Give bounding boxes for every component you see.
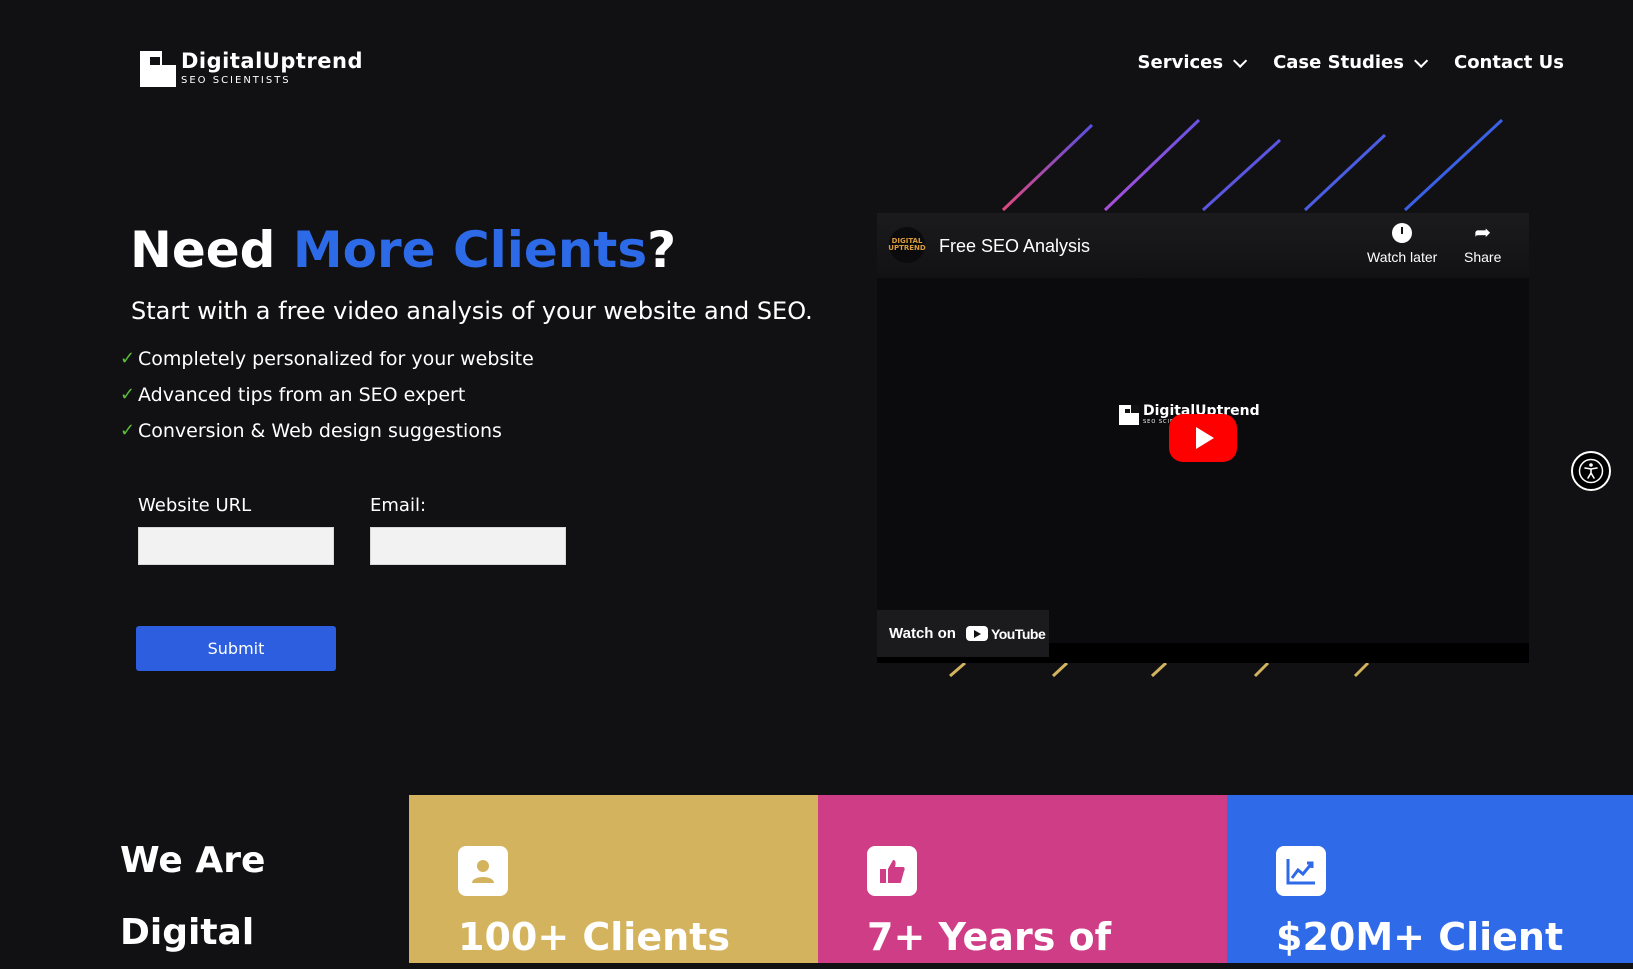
watch-on-label: Watch on <box>889 625 956 642</box>
hero-headline: Need More Clients? <box>130 220 676 280</box>
list-item: ✓ Completely personalized for your websit… <box>120 348 534 384</box>
deco-line <box>949 661 966 678</box>
stats-intro-line: Digital <box>120 912 255 953</box>
thumbs-up-icon <box>867 846 917 896</box>
nav-item-label: Contact Us <box>1453 52 1564 73</box>
headline-suffix: ? <box>647 221 677 279</box>
deco-line <box>1303 133 1387 212</box>
channel-avatar[interactable]: DIGITAL UPTREND <box>888 227 926 263</box>
stat-card-title: $20M+ Client <box>1276 915 1564 959</box>
stat-card-title: 100+ Clients <box>458 915 730 959</box>
headline-prefix: Need <box>130 221 293 279</box>
email-input[interactable] <box>370 527 566 565</box>
logo-mark-icon <box>1119 405 1139 425</box>
user-icon <box>458 846 508 896</box>
deco-line <box>1201 138 1282 212</box>
stats-intro-line: We Are <box>120 840 266 881</box>
brand-tagline: SEO SCIENTISTS <box>181 75 291 86</box>
decorative-lines <box>1001 118 1504 212</box>
headline-accent: More Clients <box>292 221 648 279</box>
deco-line <box>1001 123 1094 212</box>
stat-card-title: 7+ Years of <box>867 915 1112 959</box>
youtube-logo: YouTube <box>965 625 1046 642</box>
hero-subheadline: Start with a free video analysis of your… <box>131 297 813 325</box>
benefit-list: ✓ Completely personalized for your websit… <box>120 348 534 456</box>
accessibility-button[interactable] <box>1571 451 1611 491</box>
video-embed[interactable]: DIGITAL UPTREND Free SEO Analysis Watch … <box>877 213 1529 663</box>
list-item-text: Conversion & Web design suggestions <box>138 420 502 442</box>
watch-later-button[interactable]: Watch later <box>1367 223 1437 265</box>
stat-card-clients: 100+ Clients <box>409 795 818 963</box>
nav-item-contact-us[interactable]: Contact Us <box>1454 52 1564 73</box>
stat-card-revenue: $20M+ Client <box>1227 795 1633 963</box>
video-top-bar: DIGITAL UPTREND Free SEO Analysis Watch … <box>877 213 1529 278</box>
main-nav: Services Case Studies Contact Us <box>1138 52 1564 73</box>
play-icon <box>1196 427 1214 449</box>
stat-card-years: 7+ Years of <box>818 795 1227 963</box>
submit-button[interactable]: Submit <box>136 626 336 671</box>
watch-later-label: Watch later <box>1367 249 1438 265</box>
chevron-down-icon <box>1233 53 1248 68</box>
youtube-icon <box>965 626 988 641</box>
deco-line <box>1353 661 1370 678</box>
nav-item-services[interactable]: Services <box>1137 52 1248 73</box>
list-item: ✓ Conversion & Web design suggestions <box>120 420 534 456</box>
share-label: Share <box>1464 249 1502 265</box>
video-title[interactable]: Free SEO Analysis <box>939 236 1090 257</box>
nav-item-label: Services <box>1137 52 1224 73</box>
checkmark-icon: ✓ <box>120 348 136 369</box>
deco-line <box>1051 661 1069 678</box>
checkmark-icon: ✓ <box>120 384 136 405</box>
accessibility-icon <box>1578 458 1604 484</box>
nav-item-case-studies[interactable]: Case Studies <box>1273 52 1429 73</box>
website-url-input[interactable] <box>138 527 334 565</box>
clock-icon <box>1392 223 1413 243</box>
list-item-text: Completely personalized for your website <box>138 348 534 370</box>
brand-name: DigitalUptrend <box>181 49 363 73</box>
nav-item-label: Case Studies <box>1273 52 1404 73</box>
stats-intro: We Are Digital <box>120 825 265 969</box>
deco-line <box>1403 118 1504 212</box>
deco-line <box>1150 661 1168 678</box>
share-icon: ➦ <box>1474 222 1492 244</box>
deco-line <box>1253 661 1270 678</box>
chart-line-icon <box>1276 846 1326 896</box>
play-button[interactable] <box>1169 414 1237 462</box>
brand-logo[interactable]: DigitalUptrend SEO SCIENTISTS <box>140 49 363 87</box>
email-label: Email: <box>370 495 427 516</box>
deco-line <box>1103 118 1201 212</box>
logo-mark-icon <box>140 51 176 87</box>
website-url-label: Website URL <box>138 495 252 516</box>
share-button[interactable]: ➦ Share <box>1464 223 1501 265</box>
checkmark-icon: ✓ <box>120 420 136 441</box>
watch-on-youtube-button[interactable]: Watch on YouTube <box>877 610 1049 657</box>
youtube-wordmark: YouTube <box>990 625 1046 642</box>
list-item-text: Advanced tips from an SEO expert <box>138 384 466 406</box>
list-item: ✓ Advanced tips from an SEO expert <box>120 384 534 420</box>
chevron-down-icon <box>1414 53 1429 68</box>
